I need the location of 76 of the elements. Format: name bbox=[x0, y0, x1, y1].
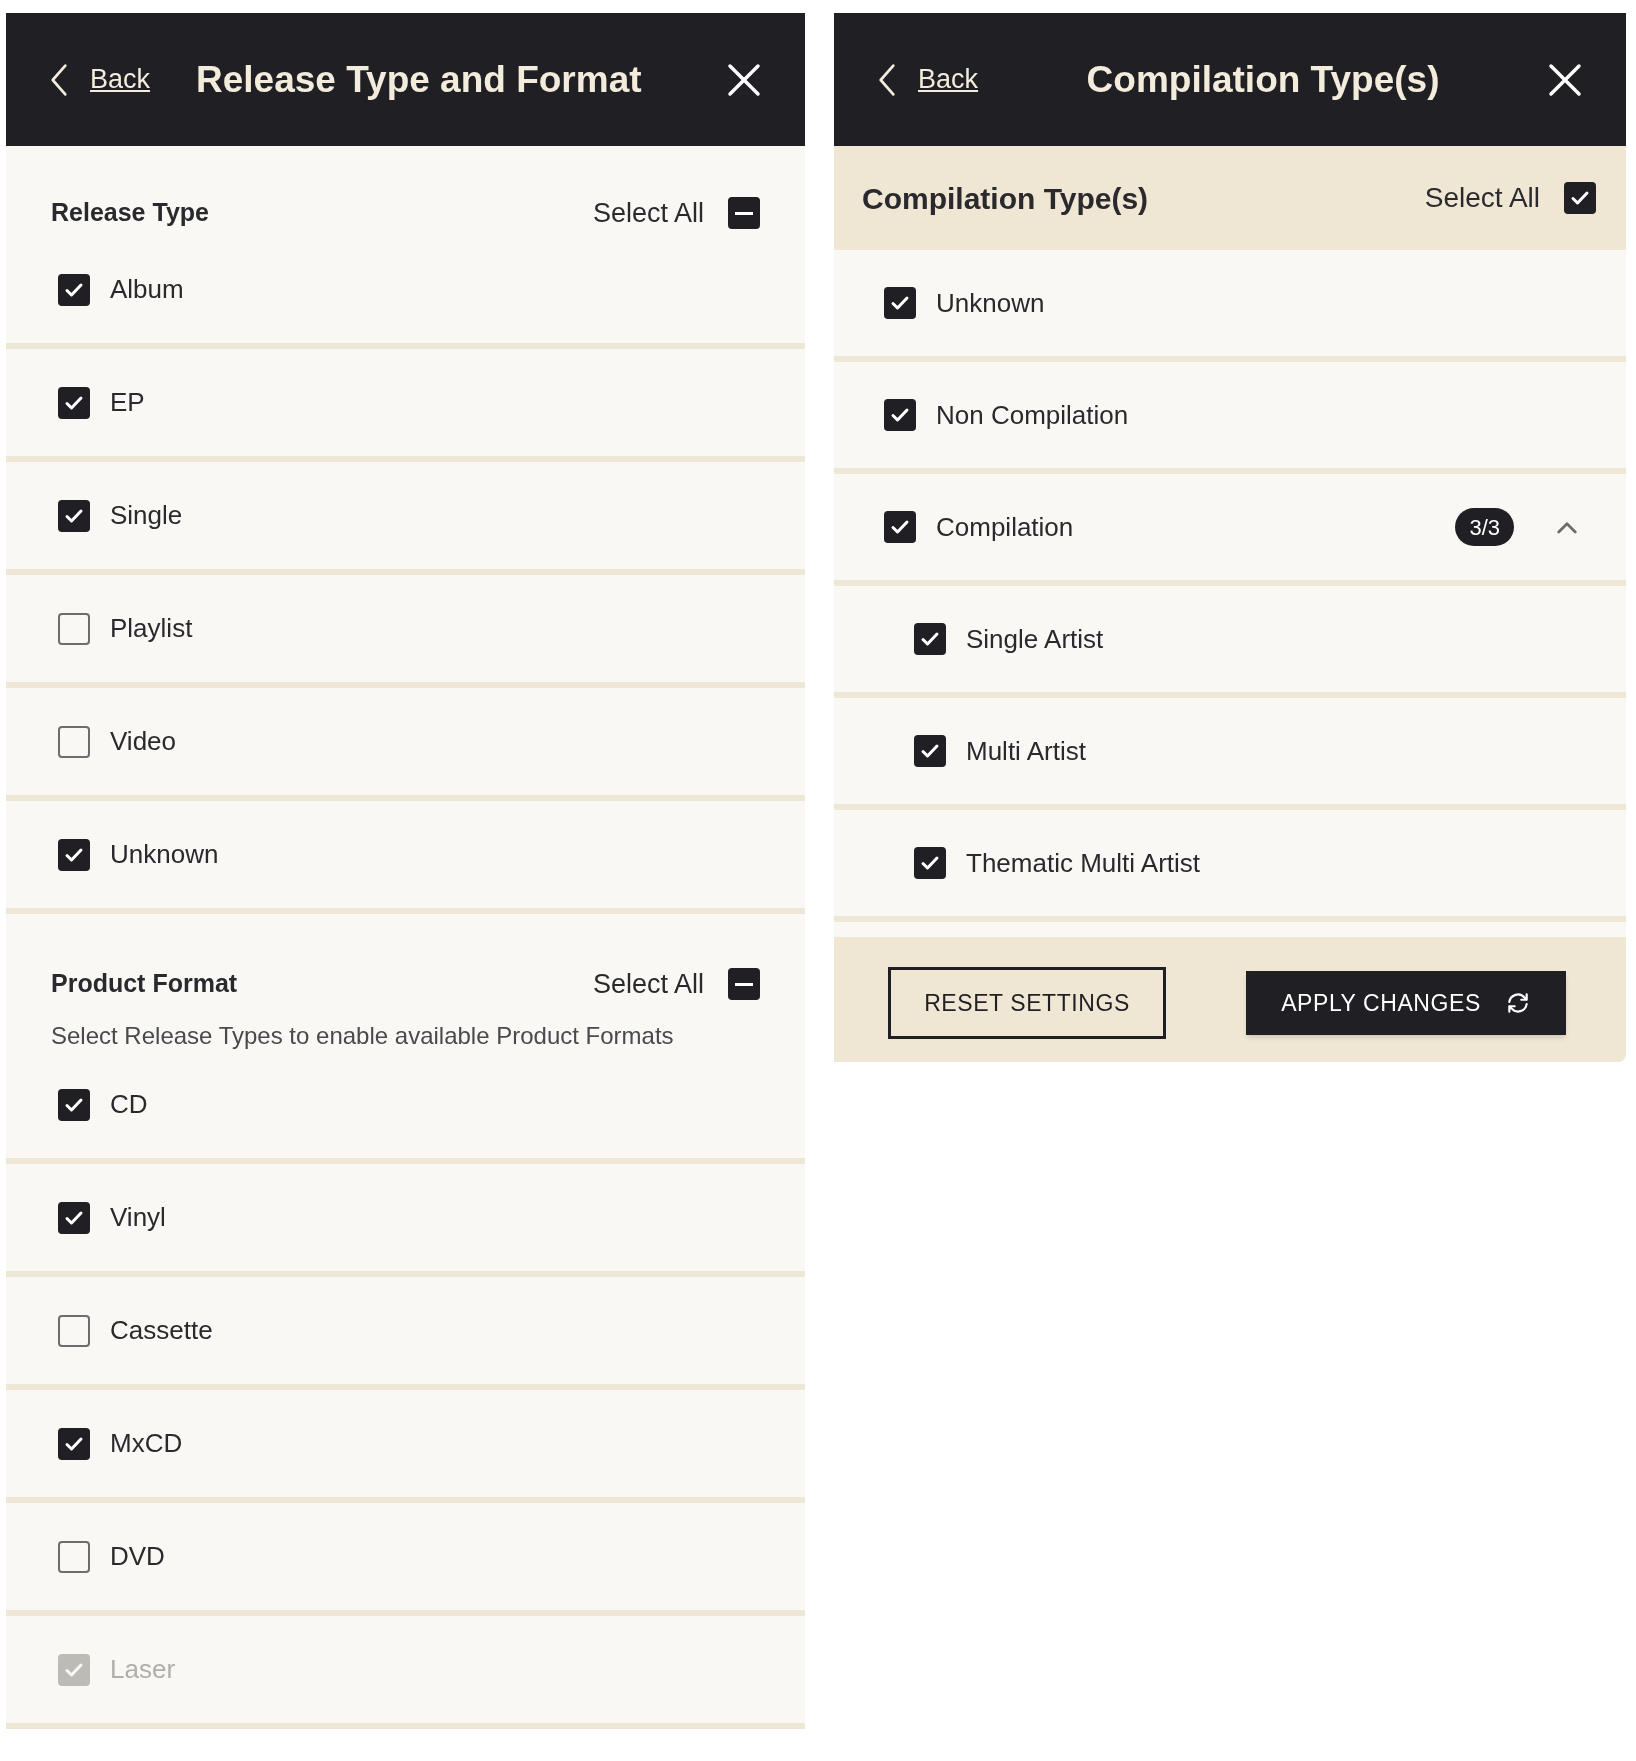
option-row[interactable]: Thematic Multi Artist bbox=[834, 810, 1626, 922]
option-label: CD bbox=[110, 1088, 148, 1121]
option-label: Playlist bbox=[110, 612, 193, 645]
section-hint: Select Release Types to enable available Product Formats bbox=[51, 1021, 675, 1051]
back-link[interactable]: Back bbox=[918, 59, 979, 100]
close-icon[interactable] bbox=[727, 62, 761, 97]
option-label: Video bbox=[110, 725, 177, 758]
checkbox[interactable] bbox=[914, 847, 946, 879]
minus-icon bbox=[735, 211, 753, 215]
option-row[interactable]: Unknown bbox=[834, 250, 1626, 362]
option-row[interactable]: Cassette bbox=[6, 1277, 805, 1390]
back-chevron-icon[interactable] bbox=[50, 62, 68, 97]
select-all-label: Select All bbox=[592, 196, 704, 230]
back-chevron-icon[interactable] bbox=[878, 62, 896, 97]
option-label: Vinyl bbox=[110, 1201, 166, 1234]
option-label: Cassette bbox=[110, 1314, 213, 1347]
option-label: Unknown bbox=[110, 838, 219, 871]
option-label: Single bbox=[110, 499, 183, 532]
checkbox[interactable] bbox=[914, 623, 946, 655]
option-row[interactable]: Video bbox=[6, 688, 805, 801]
checkbox[interactable] bbox=[58, 1540, 90, 1573]
option-label: Compilation bbox=[936, 510, 1075, 544]
checkbox[interactable] bbox=[1564, 182, 1596, 214]
option-row[interactable]: Single bbox=[6, 462, 805, 575]
select-all-label: Select All bbox=[1424, 181, 1540, 215]
option-row[interactable]: MxCD bbox=[6, 1390, 805, 1503]
checkbox[interactable] bbox=[58, 838, 90, 871]
option-row[interactable]: Single Artist bbox=[834, 586, 1626, 698]
checkbox[interactable] bbox=[58, 1314, 90, 1347]
checkbox[interactable] bbox=[728, 197, 760, 229]
option-label: EP bbox=[110, 386, 145, 419]
option-row[interactable]: EP bbox=[6, 349, 805, 462]
chevron-up-icon[interactable] bbox=[1556, 520, 1578, 534]
option-row[interactable]: Album bbox=[6, 236, 805, 349]
panel-title: Release Type and Format bbox=[195, 57, 643, 102]
checkbox[interactable] bbox=[58, 725, 90, 758]
option-label: Album bbox=[110, 273, 184, 306]
checkbox[interactable] bbox=[58, 499, 90, 532]
apply-changes-button[interactable]: APPLY CHANGES bbox=[1246, 971, 1566, 1035]
checkbox[interactable] bbox=[58, 1088, 90, 1121]
option-row[interactable]: DVD bbox=[6, 1503, 805, 1616]
checkbox[interactable] bbox=[58, 1427, 90, 1460]
checkbox[interactable] bbox=[884, 511, 916, 543]
option-row[interactable]: Multi Artist bbox=[834, 698, 1626, 810]
checkbox[interactable] bbox=[728, 968, 760, 1000]
option-label: Multi Artist bbox=[966, 734, 1086, 768]
option-label: Thematic Multi Artist bbox=[966, 846, 1201, 880]
option-label: Single Artist bbox=[966, 622, 1104, 656]
checkbox[interactable] bbox=[914, 735, 946, 767]
option-label: Non Compilation bbox=[936, 398, 1130, 432]
option-row[interactable]: Playlist bbox=[6, 575, 805, 688]
checkbox[interactable] bbox=[58, 386, 90, 419]
section-heading: Product Format bbox=[51, 968, 239, 1000]
reset-settings-button[interactable]: RESET SETTINGS bbox=[888, 967, 1166, 1039]
option-label: Laser bbox=[110, 1653, 176, 1686]
option-label: MxCD bbox=[110, 1427, 183, 1460]
option-label: DVD bbox=[110, 1540, 165, 1573]
minus-icon bbox=[735, 982, 753, 986]
option-row[interactable]: Non Compilation bbox=[834, 362, 1626, 474]
count-badge: 3/3 bbox=[1455, 508, 1514, 546]
panel-title: Compilation Type(s) bbox=[1085, 57, 1441, 102]
checkbox[interactable] bbox=[884, 399, 916, 431]
checkbox[interactable] bbox=[58, 273, 90, 306]
option-row[interactable]: Unknown bbox=[6, 801, 805, 914]
option-row[interactable]: Vinyl bbox=[6, 1164, 805, 1277]
select-all-label: Select All bbox=[592, 967, 704, 1001]
checkbox[interactable] bbox=[884, 287, 916, 319]
checkbox[interactable] bbox=[58, 1201, 90, 1234]
section-heading: Compilation Type(s) bbox=[862, 180, 1150, 217]
close-icon[interactable] bbox=[1548, 62, 1582, 97]
section-heading: Release Type bbox=[51, 197, 210, 229]
option-row[interactable]: CD bbox=[6, 1051, 805, 1164]
back-link[interactable]: Back bbox=[90, 59, 151, 100]
option-row[interactable]: Compilation 3/3 bbox=[834, 474, 1626, 586]
checkbox[interactable] bbox=[58, 612, 90, 645]
option-label: Unknown bbox=[936, 286, 1046, 320]
